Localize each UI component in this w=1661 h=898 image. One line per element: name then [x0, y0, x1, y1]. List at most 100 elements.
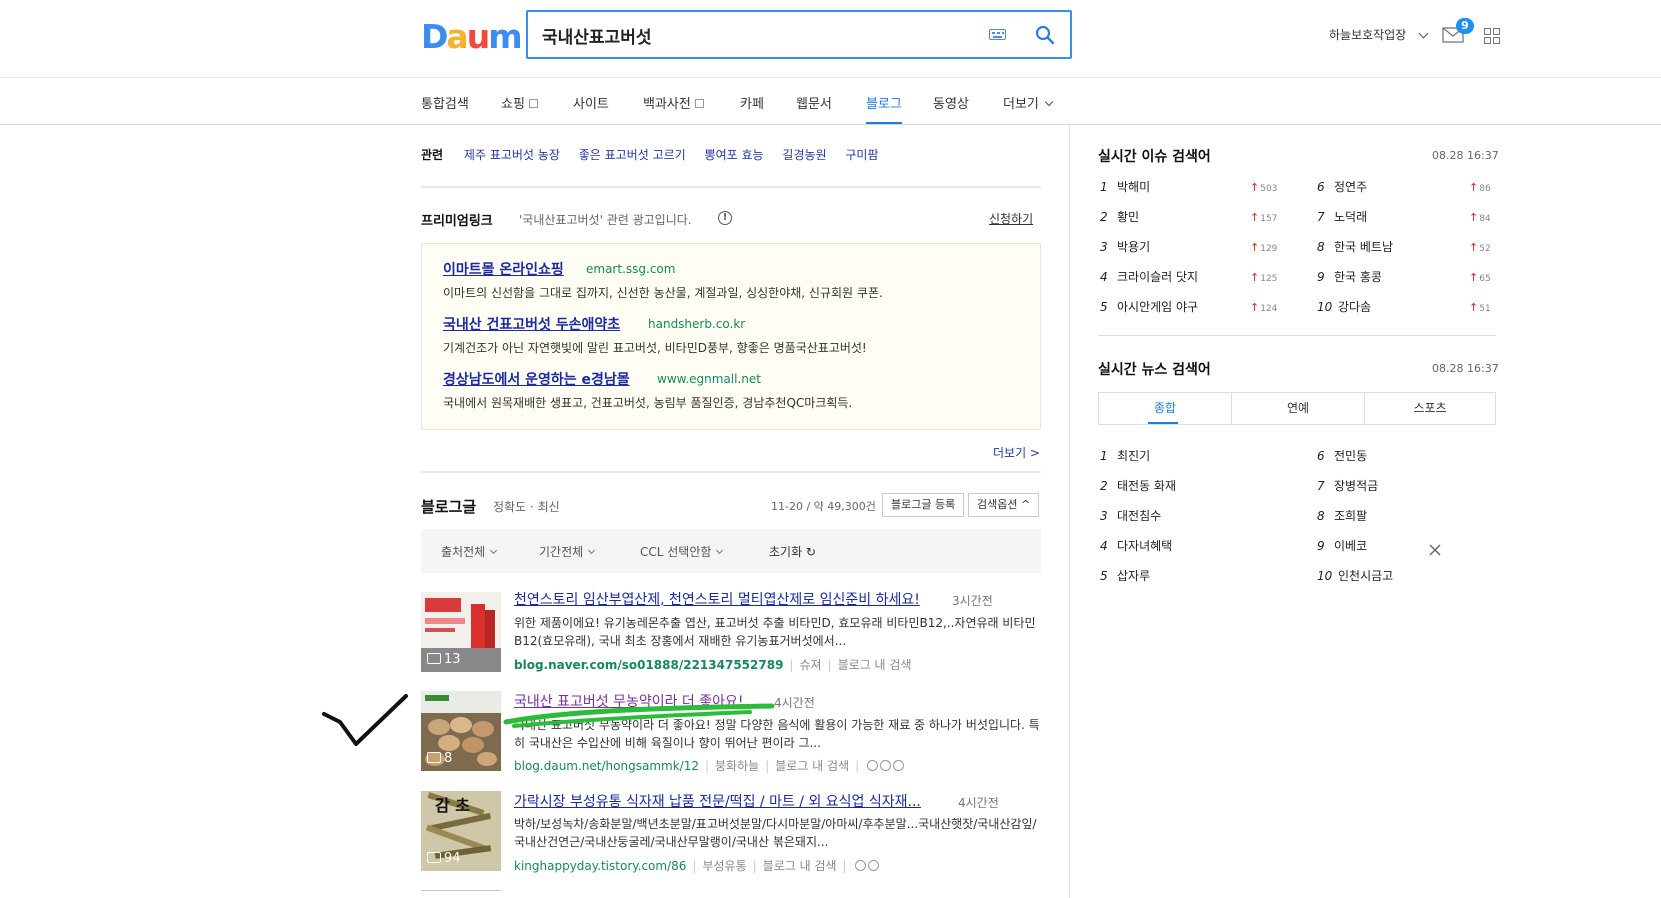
highlight-scribble-annotation [503, 703, 775, 728]
keyboard-icon[interactable] [989, 29, 1006, 40]
search-in-blog-link[interactable]: 블로그 내 검색 [775, 759, 849, 773]
ranking-item[interactable]: 7 노덕래 [1317, 208, 1367, 225]
search-options-button[interactable]: 검색옵션 ^ [968, 493, 1040, 517]
rank-number: 8 [1317, 240, 1325, 254]
ranking-item[interactable]: 6 전민동 [1317, 447, 1367, 464]
ranking-item[interactable]: 1 박해미 [1100, 178, 1150, 195]
daum-logo[interactable]: Daum [421, 17, 523, 56]
result-thumbnail[interactable]: 감 초 94 [421, 791, 501, 871]
ranking-item[interactable]: 10 인천시금고 [1317, 567, 1393, 584]
search-in-blog-link[interactable]: 블로그 내 검색 [763, 859, 837, 873]
tab-video[interactable]: 동영상 [933, 93, 969, 112]
search-box [526, 10, 1072, 59]
rank-number: 5 [1100, 569, 1108, 583]
search-input[interactable] [542, 23, 962, 47]
result-author[interactable]: 붕화하늘 [715, 759, 759, 773]
separator: | [842, 859, 847, 873]
ranking-item[interactable]: 5 삽자루 [1100, 567, 1150, 584]
ad-desc: 기계건조가 아닌 자연햇빛에 말린 표고버섯, 비타민D풍부, 향좋은 명품국산… [443, 341, 867, 355]
result-author[interactable]: 슈져 [799, 658, 821, 672]
filter-source[interactable]: 출처전체 [441, 543, 498, 560]
result-title[interactable]: 천연스토리 임산부엽산제, 천연스토리 멀티엽산제로 임신준비 하세요! [514, 589, 920, 609]
ranking-item[interactable]: 6 정연주 [1317, 178, 1367, 195]
tab-label: 백과사전 [643, 97, 691, 112]
ranking-item[interactable]: 5 아시안게임 야구 [1100, 298, 1198, 315]
new-window-icon [528, 99, 538, 108]
rank-change-value: 52 [1479, 244, 1491, 254]
result-author[interactable]: 부성유통 [702, 859, 746, 873]
related-item[interactable]: 구미팜 [845, 148, 878, 162]
close-icon[interactable] [1428, 543, 1442, 557]
arrow-up-icon: ↑ [1469, 271, 1479, 284]
chevron-down-icon[interactable] [1418, 28, 1429, 39]
apps-grid-icon[interactable] [1484, 28, 1500, 44]
rank-number: 1 [1100, 180, 1108, 194]
tab-site[interactable]: 사이트 [573, 93, 609, 112]
rank-change: ↑124 [1250, 301, 1277, 314]
rank-term: 삽자루 [1117, 569, 1151, 583]
ranking-item[interactable]: 2 황민 [1100, 208, 1139, 225]
ranking-item[interactable]: 9 한국 홍콩 [1317, 268, 1382, 285]
tab-cafe[interactable]: 카페 [740, 93, 764, 112]
user-name[interactable]: 하늘보호작업장 [1329, 26, 1406, 43]
result-title[interactable]: 가락시장 부성유통 식자재 납품 전문/떡집 / 마트 / 외 요식업 식자재.… [514, 791, 921, 811]
result-source[interactable]: blog.naver.com/so01888/221347552789 [514, 658, 783, 672]
rank-change-value: 65 [1479, 274, 1491, 284]
ad-title[interactable]: 국내산 건표고버섯 두손애약초 [443, 314, 620, 334]
related-item[interactable]: 뽕여포 효능 [705, 148, 764, 162]
rank-term: 한국 홍콩 [1334, 270, 1382, 284]
reset-button[interactable]: 초기화 ↻ [769, 543, 816, 560]
ranking-item[interactable]: 2 태전동 화재 [1100, 477, 1176, 494]
ranking-item[interactable]: 8 조희팔 [1317, 507, 1367, 524]
ranking-item[interactable]: 3 대전침수 [1100, 507, 1161, 524]
rank-term: 인천시금고 [1338, 569, 1394, 583]
tab-blog[interactable]: 블로그 [866, 93, 902, 112]
ad-url[interactable]: handsherb.co.kr [648, 317, 745, 331]
ranking-item[interactable]: 4 크라이슬러 닷지 [1100, 268, 1198, 285]
ad-list: 이마트몰 온라인쇼핑 emart.ssg.com 이마트의 신선함을 그대로 집… [421, 243, 1041, 430]
related-item[interactable]: 길경농원 [782, 148, 826, 162]
ranking-item[interactable]: 9 이베코 [1317, 537, 1367, 554]
result-source[interactable]: blog.daum.net/hongsammk/12 [514, 759, 699, 773]
news-ranking-time: 08.28 16:37 [1432, 362, 1499, 375]
sort-options[interactable]: 정확도 · 최신 [493, 498, 560, 515]
ad-url[interactable]: www.egnmall.net [657, 372, 761, 386]
info-icon[interactable]: ! [718, 211, 732, 225]
ranking-item[interactable]: 10 강다솜 [1317, 298, 1371, 315]
result-thumbnail[interactable]: 13 [421, 592, 501, 672]
filter-ccl[interactable]: CCL 선택안함 [640, 543, 724, 560]
tab-general[interactable]: 종합 [1099, 393, 1231, 424]
divider [421, 186, 1041, 188]
next-result-thumbnail[interactable] [421, 890, 501, 898]
search-icon[interactable] [1035, 25, 1055, 45]
apply-link[interactable]: 신청하기 [989, 210, 1033, 227]
ranking-item[interactable]: 1 최진기 [1100, 447, 1150, 464]
filter-period[interactable]: 기간전체 [539, 543, 596, 560]
ranking-item[interactable]: 4 다자녀혜택 [1100, 537, 1172, 554]
tab-shopping[interactable]: 쇼핑 [501, 93, 538, 112]
tab-more[interactable]: 더보기 [1003, 93, 1054, 112]
ranking-item[interactable]: 8 한국 베트남 [1317, 238, 1393, 255]
related-item[interactable]: 제주 표고버섯 농장 [464, 148, 560, 162]
result-source[interactable]: kinghappyday.tistory.com/86 [514, 859, 686, 873]
new-window-icon [694, 99, 704, 108]
rank-number: 3 [1100, 240, 1108, 254]
ad-title[interactable]: 경상남도에서 운영하는 e경남몰 [443, 369, 630, 389]
search-in-blog-link[interactable]: 블로그 내 검색 [838, 658, 912, 672]
ad-url[interactable]: emart.ssg.com [586, 262, 675, 276]
more-ads-link[interactable]: 더보기 > [993, 444, 1040, 461]
tab-entertainment[interactable]: 연예 [1231, 393, 1364, 424]
result-thumbnail[interactable]: 8 [421, 691, 501, 771]
ranking-item[interactable]: 3 박용기 [1100, 238, 1150, 255]
tab-web-docs[interactable]: 웹문서 [796, 93, 832, 112]
result-time: 4시간전 [774, 696, 815, 710]
register-blog-button[interactable]: 블로그글 등록 [882, 493, 965, 517]
ranking-item[interactable]: 7 장병적금 [1317, 477, 1378, 494]
ad-desc: 이마트의 신선함을 그대로 집까지, 신선한 농산물, 계절과일, 싱싱한야채,… [443, 286, 883, 300]
rank-term: 전민동 [1334, 449, 1368, 463]
tab-sports[interactable]: 스포츠 [1364, 393, 1495, 424]
tab-encyclopedia[interactable]: 백과사전 [643, 93, 704, 112]
related-item[interactable]: 좋은 표고버섯 고르기 [579, 148, 686, 162]
tab-all[interactable]: 통합검색 [421, 93, 469, 112]
ad-title[interactable]: 이마트몰 온라인쇼핑 [443, 259, 564, 279]
